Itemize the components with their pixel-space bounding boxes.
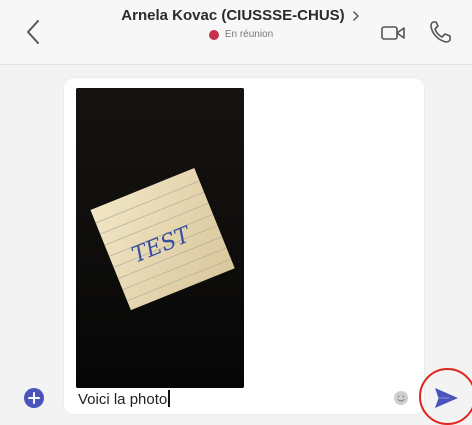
chat-compose-screen: Arnela Kovac (CIUSSSE-CHUS) En réunion T… xyxy=(0,0,472,425)
photo-image: TEST xyxy=(76,88,244,388)
audio-call-button[interactable] xyxy=(428,19,452,45)
chat-title: Arnela Kovac (CIUSSSE-CHUS) xyxy=(121,7,345,24)
send-icon xyxy=(435,388,458,408)
phone-icon xyxy=(430,21,451,43)
plus-icon xyxy=(28,392,40,404)
add-attachment-button[interactable] xyxy=(24,388,44,408)
send-button[interactable] xyxy=(430,382,462,414)
back-button[interactable] xyxy=(22,16,46,48)
text-caret xyxy=(168,390,171,407)
chat-title-button[interactable]: Arnela Kovac (CIUSSSE-CHUS) xyxy=(96,7,386,24)
chevron-left-icon xyxy=(27,20,39,44)
attached-photo[interactable]: TEST xyxy=(76,88,244,388)
video-call-button[interactable] xyxy=(380,22,406,44)
chat-title-block: Arnela Kovac (CIUSSSE-CHUS) En réunion xyxy=(96,7,386,40)
emoji-icon xyxy=(394,391,408,405)
emoji-button[interactable] xyxy=(393,390,409,406)
message-text: Voici la photo xyxy=(78,391,168,408)
status-text: En réunion xyxy=(224,29,274,40)
chevron-right-icon xyxy=(352,10,359,21)
chat-header: Arnela Kovac (CIUSSSE-CHUS) En réunion xyxy=(0,0,472,65)
presence-status: En réunion xyxy=(96,29,386,40)
video-camera-icon xyxy=(381,26,405,40)
busy-status-dot xyxy=(208,29,219,40)
message-input[interactable]: Voici la photo xyxy=(78,390,171,408)
